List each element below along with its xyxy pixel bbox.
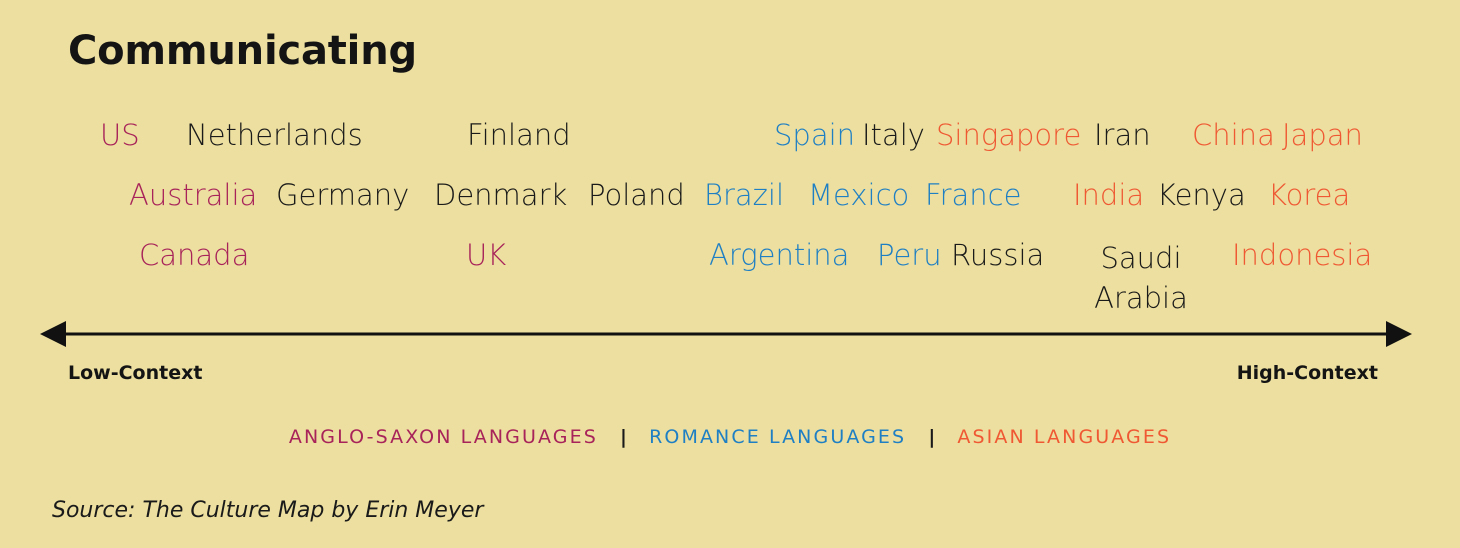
country-label: China	[1192, 118, 1275, 152]
country-label: Spain	[774, 118, 856, 152]
legend-item-romance: ROMANCE LANGUAGES	[649, 426, 907, 448]
country-label: Italy	[862, 118, 925, 152]
country-label: Mexico	[808, 178, 910, 212]
country-label: Singapore	[936, 118, 1082, 152]
country-label: Denmark	[434, 178, 568, 212]
context-axis	[0, 318, 1460, 358]
source-caption: Source: The Culture Map by Erin Meyer	[52, 498, 484, 523]
legend-separator: |	[620, 426, 627, 448]
country-label: France	[925, 178, 1022, 212]
country-label: India	[1073, 178, 1145, 212]
country-row: US Netherlands Finland Spain Italy Singapore I…	[0, 118, 1460, 178]
country-label: Korea	[1268, 178, 1351, 212]
legend: ANGLO-SAXON LANGUAGES | ROMANCE LANGUAGE…	[0, 426, 1460, 448]
legend-separator: |	[928, 426, 936, 448]
country-row: Canada UK Argentina Peru Russia Saudi Arabia I…	[0, 238, 1460, 315]
country-label: Poland	[588, 178, 685, 212]
country-label: Australia	[129, 178, 258, 212]
country-row: Australia Germany Denmark Poland Brazil Mexic…	[0, 178, 1460, 238]
country-label: UK	[466, 238, 507, 272]
country-label: Brazil	[704, 178, 785, 212]
country-rows: US Netherlands Finland Spain Italy Singapore I…	[0, 118, 1460, 315]
country-label: Kenya	[1157, 178, 1246, 212]
page-title: Communicating	[68, 28, 417, 74]
legend-item-anglo-saxon: ANGLO-SAXON LANGUAGES	[288, 426, 598, 448]
country-label: Canada	[139, 238, 250, 272]
country-label: Finland	[467, 118, 571, 152]
axis-label-low-context: Low-Context	[68, 362, 203, 384]
country-label: Japan	[1282, 118, 1363, 152]
country-label: Argentina	[709, 238, 850, 272]
double-arrow-icon	[40, 321, 1412, 347]
country-label: Saudi Arabia	[1094, 241, 1188, 315]
country-label: US	[100, 118, 140, 152]
country-label: Netherlands	[186, 118, 363, 152]
country-label: Russia	[951, 238, 1045, 272]
country-label: Indonesia	[1232, 238, 1373, 272]
legend-item-asian: ASIAN LANGUAGES	[957, 426, 1172, 448]
infographic-canvas: Communicating US Netherlands Finland Spain I…	[0, 0, 1460, 548]
axis-label-high-context: High-Context	[1236, 362, 1378, 384]
country-label: Germany	[276, 178, 410, 212]
country-label: Iran	[1094, 118, 1151, 152]
country-label: Peru	[877, 238, 942, 272]
